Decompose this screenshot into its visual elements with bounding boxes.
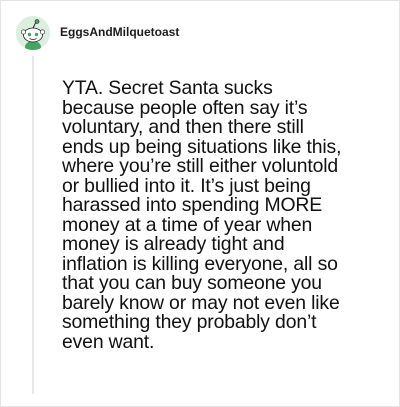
thread-collapse-line[interactable] xyxy=(32,56,34,394)
comment-author[interactable]: EggsAndMilquetoast xyxy=(60,25,179,39)
comment-text: YTA. Secret Santa sucks because people o… xyxy=(62,77,342,353)
reddit-snoo-avatar-icon xyxy=(16,16,50,50)
comment-card: EggsAndMilquetoast YTA. Secret Santa suc… xyxy=(0,0,400,407)
avatar[interactable] xyxy=(16,16,50,50)
